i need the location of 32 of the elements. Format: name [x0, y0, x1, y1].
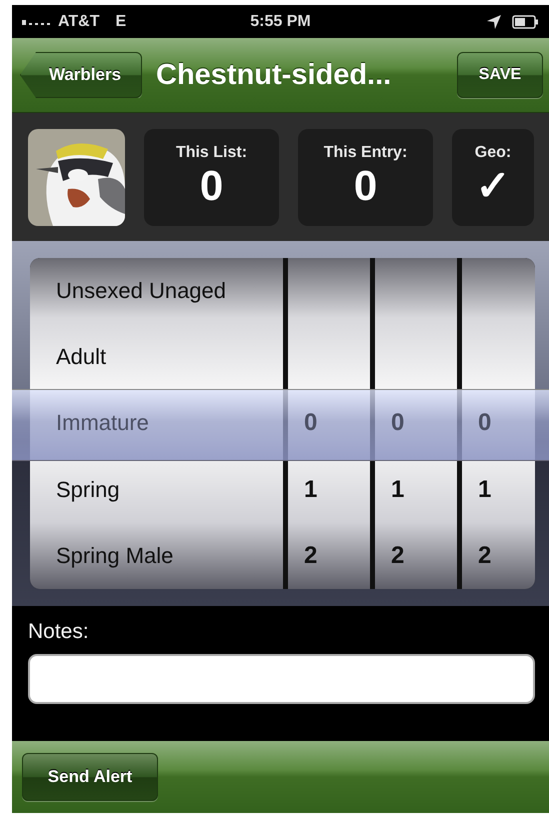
network-type: E [115, 12, 126, 30]
battery-icon [512, 14, 539, 28]
picker-option[interactable]: 1 [391, 476, 404, 504]
stat-value: 0 [200, 162, 224, 210]
picker-option[interactable]: Adult [56, 344, 106, 370]
carrier-name: AT&T [58, 12, 100, 30]
picker-option[interactable]: 2 [478, 542, 492, 570]
stat-label: This List: [176, 144, 248, 162]
picker-option[interactable]: 2 [304, 542, 318, 570]
picker-option[interactable]: Immature [56, 410, 149, 436]
signal-icon [22, 18, 52, 26]
picker-option[interactable]: Spring Male [56, 542, 174, 569]
stat-label: This Entry: [324, 144, 408, 162]
picker-option[interactable]: 1 [478, 476, 492, 504]
picker-option[interactable]: Spring [56, 476, 120, 503]
send-alert-button[interactable]: Send Alert [22, 753, 158, 801]
notes-label: Notes: [28, 620, 90, 644]
picker-option[interactable]: 0 [391, 409, 404, 438]
nav-title: Chestnut-sided... [156, 58, 392, 92]
picker-option[interactable]: 2 [391, 542, 404, 570]
picker-option[interactable]: Unsexed Unaged [56, 278, 226, 304]
stat-value: 0 [354, 162, 378, 210]
save-button[interactable]: SAVE [457, 52, 543, 98]
clock-time: 5:55 PM [250, 12, 311, 30]
back-button[interactable]: Warblers [20, 52, 142, 98]
picker-option[interactable]: 0 [304, 409, 318, 438]
picker-option[interactable]: 1 [304, 476, 318, 504]
notes-field[interactable] [28, 654, 535, 704]
picker-option[interactable]: 0 [478, 409, 492, 438]
stat-label: Geo: [474, 144, 512, 162]
location-arrow-icon [486, 14, 502, 30]
stat-value: ✓ [476, 162, 510, 210]
